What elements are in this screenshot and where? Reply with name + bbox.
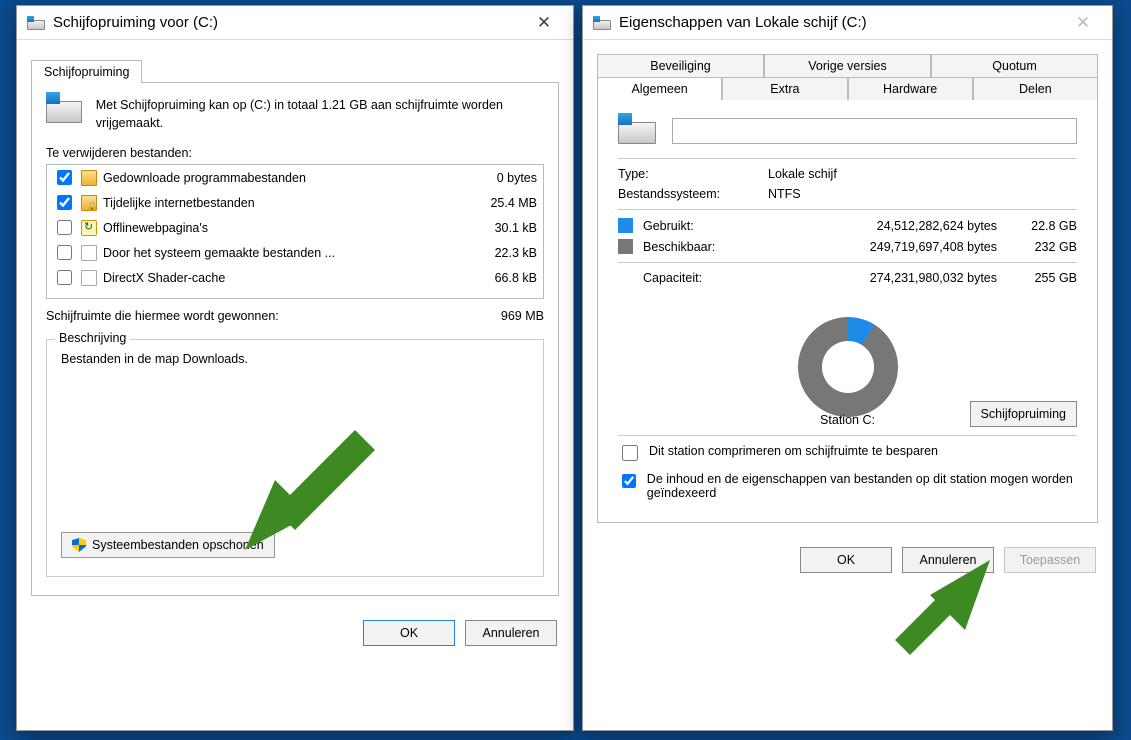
offline-icon bbox=[81, 220, 97, 236]
page-icon bbox=[81, 270, 97, 286]
description-group: Beschrijving Bestanden in de map Downloa… bbox=[46, 339, 544, 577]
titlebar[interactable]: Eigenschappen van Lokale schijf (C:) ✕ bbox=[583, 6, 1112, 40]
free-swatch bbox=[618, 239, 633, 254]
gain-label: Schijfruimte die hiermee wordt gewonnen: bbox=[46, 309, 501, 323]
type-label: Type: bbox=[618, 167, 768, 181]
tab-previous-versions[interactable]: Vorige versies bbox=[764, 54, 931, 77]
tabstrip: Schijfopruiming bbox=[31, 56, 559, 82]
usage-donut-chart bbox=[798, 317, 898, 417]
index-label: De inhoud en de eigenschappen van bestan… bbox=[647, 472, 1077, 500]
capacity-gb: 255 GB bbox=[997, 271, 1077, 285]
window-title: Eigenschappen van Lokale schijf (C:) bbox=[619, 14, 1060, 31]
clean-system-files-label: Systeembestanden opschonen bbox=[92, 538, 264, 552]
item-checkbox[interactable] bbox=[57, 220, 72, 235]
item-size: 25.4 MB bbox=[457, 196, 537, 210]
tab-general[interactable]: Algemeen bbox=[597, 77, 722, 100]
cancel-button[interactable]: Annuleren bbox=[465, 620, 557, 646]
item-checkbox[interactable] bbox=[57, 170, 72, 185]
ok-button[interactable]: OK bbox=[363, 620, 455, 646]
list-item[interactable]: Offlinewebpagina's 30.1 kB bbox=[47, 215, 543, 240]
tabpanel-general: Type: Lokale schijf Bestandssysteem: NTF… bbox=[597, 99, 1098, 523]
disk-cleanup-button[interactable]: Schijfopruiming bbox=[970, 401, 1077, 427]
tab-tools[interactable]: Extra bbox=[722, 77, 847, 100]
folder-lock-icon bbox=[81, 195, 97, 211]
clean-system-files-button[interactable]: Systeembestanden opschonen bbox=[61, 532, 275, 558]
item-size: 0 bytes bbox=[457, 171, 537, 185]
item-size: 30.1 kB bbox=[457, 221, 537, 235]
item-name: Offlinewebpagina's bbox=[103, 221, 451, 235]
window-title: Schijfopruiming voor (C:) bbox=[53, 14, 521, 31]
drive-icon bbox=[593, 14, 611, 32]
item-name: DirectX Shader-cache bbox=[103, 271, 451, 285]
station-label: Station C: bbox=[820, 413, 875, 427]
type-value: Lokale schijf bbox=[768, 167, 837, 181]
item-name: Tijdelijke internetbestanden bbox=[103, 196, 451, 210]
close-icon[interactable]: ✕ bbox=[521, 8, 567, 38]
intro-text: Met Schijfopruiming kan op (C:) in totaa… bbox=[96, 97, 544, 132]
gain-value: 969 MB bbox=[501, 309, 544, 323]
compress-checkbox[interactable] bbox=[622, 445, 638, 461]
tab-security[interactable]: Beveiliging bbox=[597, 54, 764, 77]
item-checkbox[interactable] bbox=[57, 270, 72, 285]
used-label: Gebruikt: bbox=[643, 219, 753, 233]
item-size: 66.8 kB bbox=[457, 271, 537, 285]
apply-button[interactable]: Toepassen bbox=[1004, 547, 1096, 573]
ok-button[interactable]: OK bbox=[800, 547, 892, 573]
tab-cleanup[interactable]: Schijfopruiming bbox=[31, 60, 142, 83]
close-icon[interactable]: ✕ bbox=[1060, 8, 1106, 38]
index-checkbox[interactable] bbox=[622, 473, 636, 489]
item-name: Gedownloade programmabestanden bbox=[103, 171, 451, 185]
tab-sharing[interactable]: Delen bbox=[973, 77, 1098, 100]
item-checkbox[interactable] bbox=[57, 245, 72, 260]
fs-value: NTFS bbox=[768, 187, 801, 201]
list-item[interactable]: Door het systeem gemaakte bestanden ... … bbox=[47, 240, 543, 265]
page-icon bbox=[81, 245, 97, 261]
free-label: Beschikbaar: bbox=[643, 240, 753, 254]
cancel-button[interactable]: Annuleren bbox=[902, 547, 994, 573]
fs-label: Bestandssysteem: bbox=[618, 187, 768, 201]
list-item[interactable]: Gedownloade programmabestanden 0 bytes bbox=[47, 165, 543, 190]
item-size: 22.3 kB bbox=[457, 246, 537, 260]
item-checkbox[interactable] bbox=[57, 195, 72, 210]
volume-name-input[interactable] bbox=[672, 118, 1077, 144]
used-bytes: 24,512,282,624 bytes bbox=[753, 219, 997, 233]
shield-icon bbox=[72, 538, 86, 552]
drive-icon bbox=[46, 101, 82, 123]
tabpanel: Met Schijfopruiming kan op (C:) in totaa… bbox=[31, 82, 559, 596]
compress-label: Dit station comprimeren om schijfruimte … bbox=[649, 444, 938, 458]
titlebar[interactable]: Schijfopruiming voor (C:) ✕ bbox=[17, 6, 573, 40]
folder-icon bbox=[81, 170, 97, 186]
capacity-label: Capaciteit: bbox=[643, 271, 753, 285]
file-list[interactable]: Gedownloade programmabestanden 0 bytes T… bbox=[46, 164, 544, 299]
drive-icon bbox=[27, 14, 45, 32]
description-legend: Beschrijving bbox=[55, 331, 130, 345]
drive-icon bbox=[618, 122, 656, 144]
list-item[interactable]: DirectX Shader-cache 66.8 kB bbox=[47, 265, 543, 290]
description-text: Bestanden in de map Downloads. bbox=[61, 352, 529, 366]
files-label: Te verwijderen bestanden: bbox=[46, 146, 544, 160]
tab-quota[interactable]: Quotum bbox=[931, 54, 1098, 77]
capacity-bytes: 274,231,980,032 bytes bbox=[753, 271, 997, 285]
disk-cleanup-window: Schijfopruiming voor (C:) ✕ Schijfopruim… bbox=[16, 5, 574, 731]
used-swatch bbox=[618, 218, 633, 233]
drive-properties-window: Eigenschappen van Lokale schijf (C:) ✕ B… bbox=[582, 5, 1113, 731]
item-name: Door het systeem gemaakte bestanden ... bbox=[103, 246, 451, 260]
tabstrip: Beveiliging Vorige versies Quotum Algeme… bbox=[597, 54, 1098, 100]
tab-hardware[interactable]: Hardware bbox=[848, 77, 973, 100]
free-gb: 232 GB bbox=[997, 240, 1077, 254]
used-gb: 22.8 GB bbox=[997, 219, 1077, 233]
free-bytes: 249,719,697,408 bytes bbox=[753, 240, 997, 254]
list-item[interactable]: Tijdelijke internetbestanden 25.4 MB bbox=[47, 190, 543, 215]
